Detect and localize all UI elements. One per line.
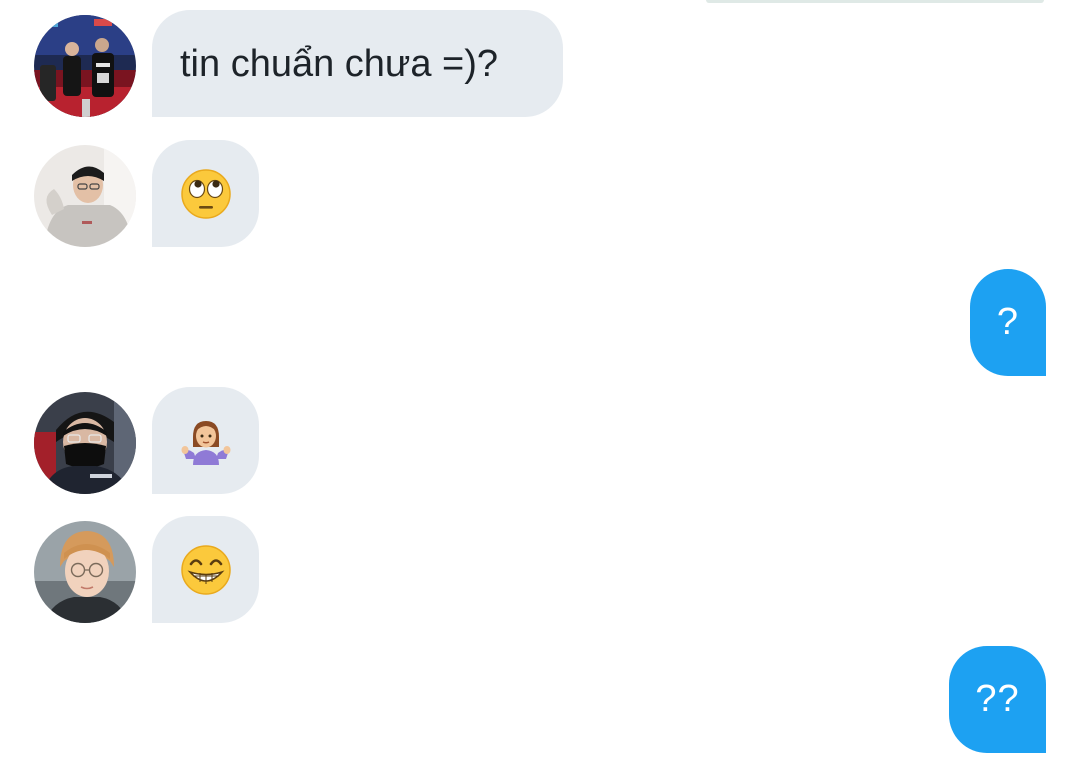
avatar-photo-hoodie-glasses: [34, 145, 136, 247]
person-shrugging-emoji: [180, 415, 232, 467]
incoming-message-bubble[interactable]: tin chuẩn chưa =)?: [152, 10, 563, 117]
message-text: ??: [975, 678, 1020, 720]
incoming-emoji-bubble[interactable]: [152, 516, 259, 623]
avatar-photo-stage-jerseys: [34, 15, 136, 117]
avatar-photo-black-mask: [34, 392, 136, 494]
sender-avatar[interactable]: [34, 145, 136, 247]
sender-avatar[interactable]: [34, 521, 136, 623]
previous-message-edge: [706, 0, 1044, 3]
outgoing-message-bubble[interactable]: ?: [970, 269, 1046, 376]
outgoing-message-bubble[interactable]: ??: [949, 646, 1046, 753]
avatar-photo-round-glasses: [34, 521, 136, 623]
incoming-emoji-bubble[interactable]: [152, 140, 259, 247]
incoming-emoji-bubble[interactable]: [152, 387, 259, 494]
chat-thread: tin chuẩn chưa =)? ? ??: [0, 0, 1079, 761]
message-text: tin chuẩn chưa =)?: [180, 43, 499, 85]
face-with-rolling-eyes-emoji: [180, 168, 232, 220]
sender-avatar[interactable]: [34, 15, 136, 117]
sender-avatar[interactable]: [34, 392, 136, 494]
message-text: ?: [996, 301, 1020, 343]
beaming-face-emoji: [180, 544, 232, 596]
